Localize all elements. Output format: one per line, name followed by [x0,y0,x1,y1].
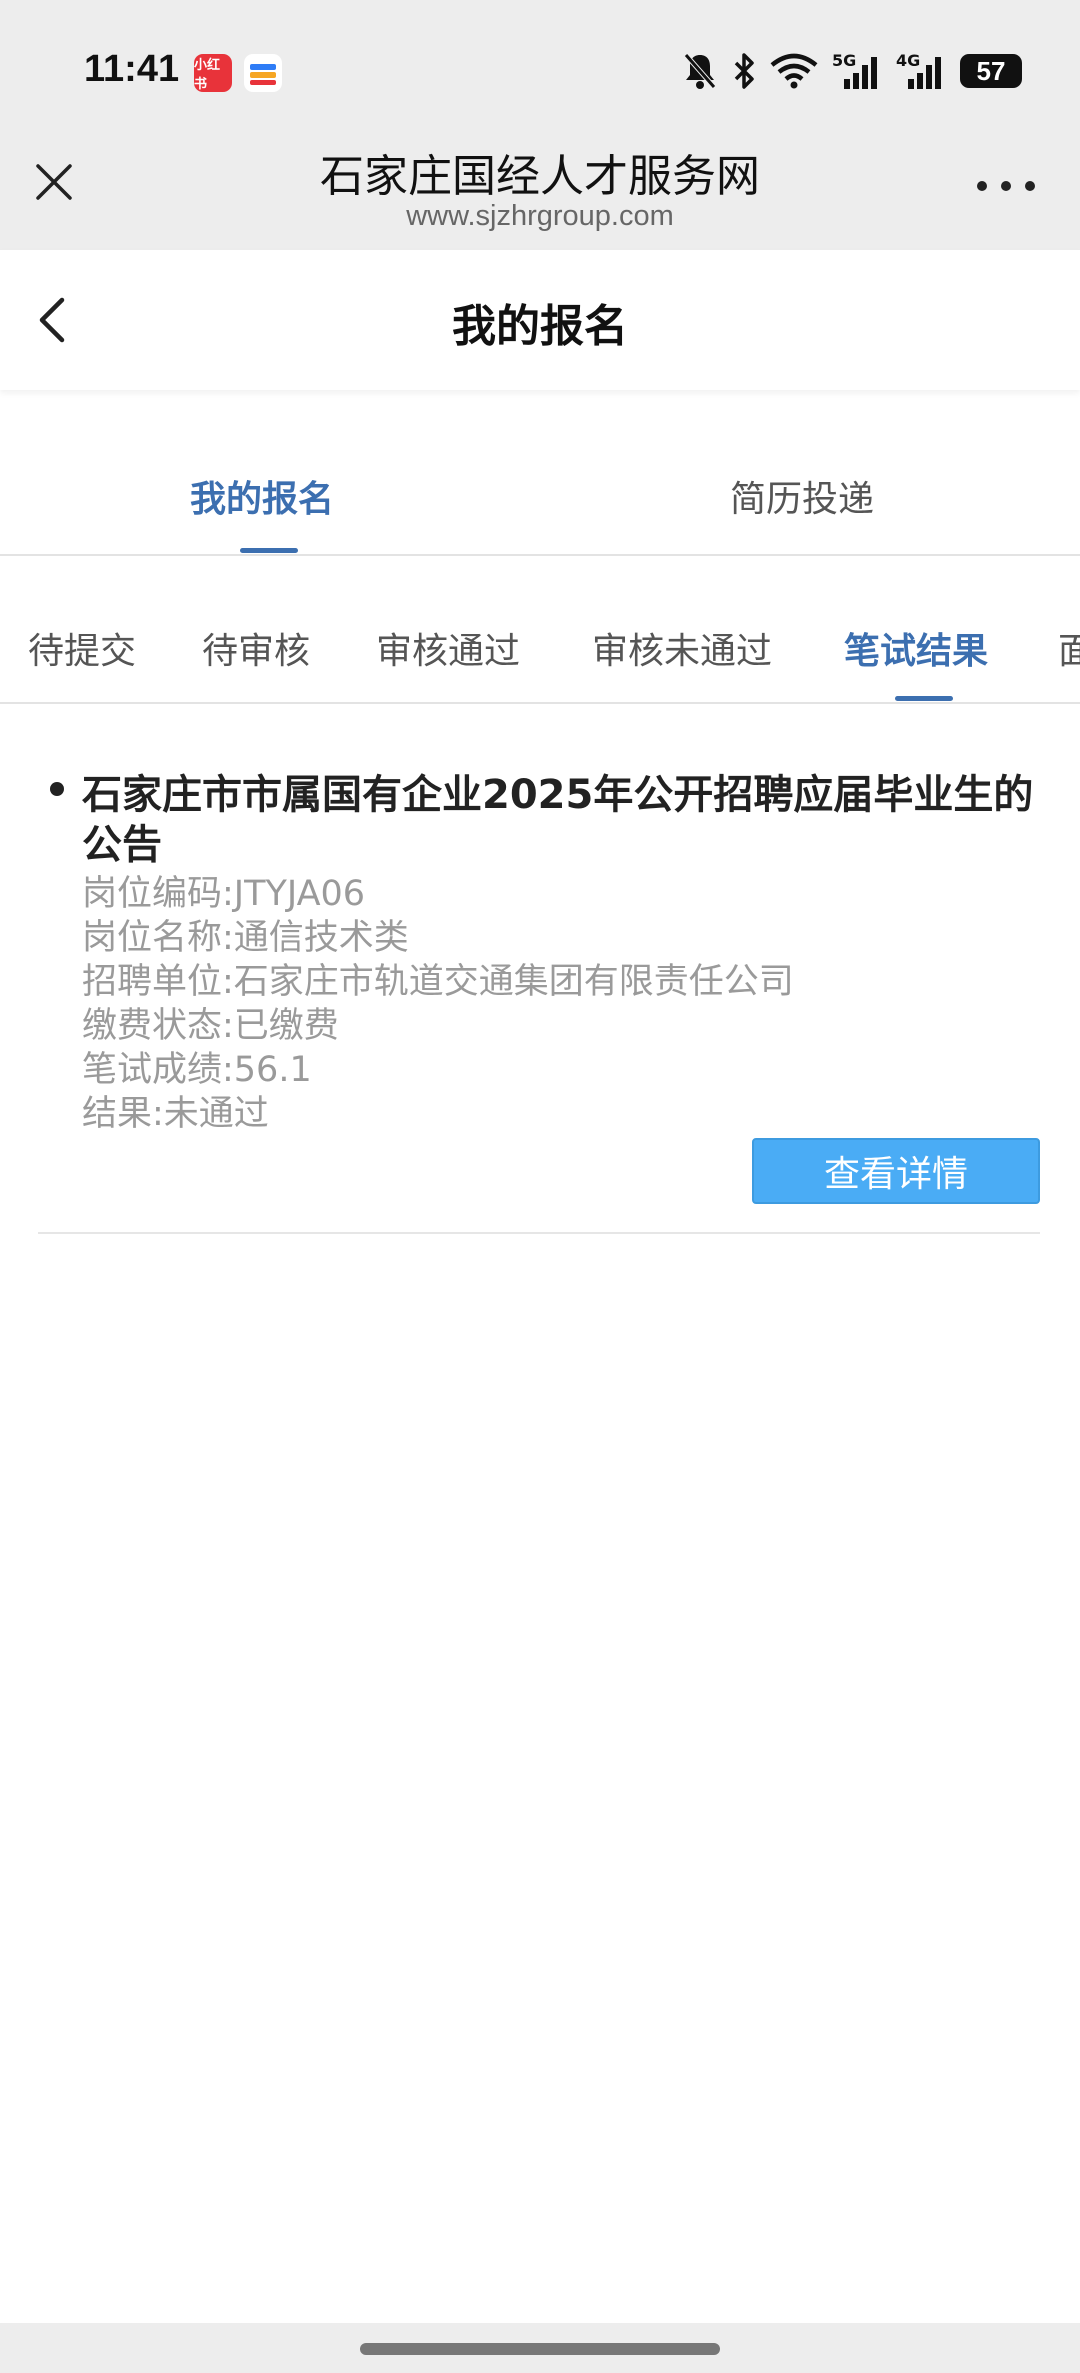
system-nav-bar [0,2323,1080,2373]
bullet-dot [50,782,64,796]
wifi-icon [770,53,818,89]
position-name: 岗位名称:通信技术类 [82,918,409,958]
subtab-written-exam-result[interactable]: 笔试结果 [844,622,988,674]
list-item: 石家庄市市属国有企业2025年公开招聘应届毕业生的公告 岗位编码:JTYJA06… [38,770,1040,1234]
view-details-button[interactable]: 查看详情 [752,1138,1040,1204]
record-title: 石家庄市市属国有企业2025年公开招聘应届毕业生的公告 [82,772,1034,868]
subtab-pending-review[interactable]: 待审核 [202,622,310,674]
page-title: 我的报名 [452,301,628,352]
status-bar: 11:41 小红书 5G 4G 57 [0,0,1080,130]
subtab-review-passed[interactable]: 审核通过 [376,622,520,674]
status-sub-tabs: 待提交 待审核 审核通过 审核未通过 笔试结果 面 [0,556,1080,704]
record-details: 岗位编码:JTYJA06 岗位名称:通信技术类 招聘单位:石家庄市轨道交通集团有… [82,872,1042,1136]
subtab-interview[interactable]: 面 [1058,622,1080,674]
browser-url: www.sjzhrgroup.com [406,200,674,232]
bluetooth-icon [734,53,754,89]
subtab-pending-submit[interactable]: 待提交 [28,622,136,674]
status-icons: 5G 4G 57 [682,46,1032,96]
payment-status: 缴费状态:已缴费 [82,1006,339,1046]
mute-icon [684,53,716,89]
main-tabs: 我的报名 简历投递 [0,430,1080,556]
signal-5g-icon: 5G [832,51,882,91]
tab-my-registration[interactable]: 我的报名 [190,470,334,522]
home-gesture-bar[interactable] [360,2343,720,2355]
more-options-icon[interactable] [976,180,1036,192]
wallet-app-icon [244,54,282,92]
battery-icon: 57 [960,54,1032,88]
page-header: 我的报名 [0,250,1080,390]
status-time: 11:41 [84,48,180,90]
sub-tab-indicator [895,696,953,701]
result: 结果:未通过 [82,1094,269,1134]
subtab-review-failed[interactable]: 审核未通过 [592,622,772,674]
browser-page-title: 石家庄国经人才服务网 [320,151,760,202]
tab-resume-delivery[interactable]: 简历投递 [730,470,874,522]
position-code: 岗位编码:JTYJA06 [82,874,366,914]
recruiting-unit: 招聘单位:石家庄市轨道交通集团有限责任公司 [82,962,794,1002]
xiaohongshu-app-icon: 小红书 [194,54,232,92]
written-exam-score: 笔试成绩:56.1 [82,1050,312,1090]
signal-4g-icon: 4G [896,51,946,91]
browser-title-bar: 石家庄国经人才服务网 www.sjzhrgroup.com [0,130,1080,250]
main-tab-indicator [240,548,298,553]
